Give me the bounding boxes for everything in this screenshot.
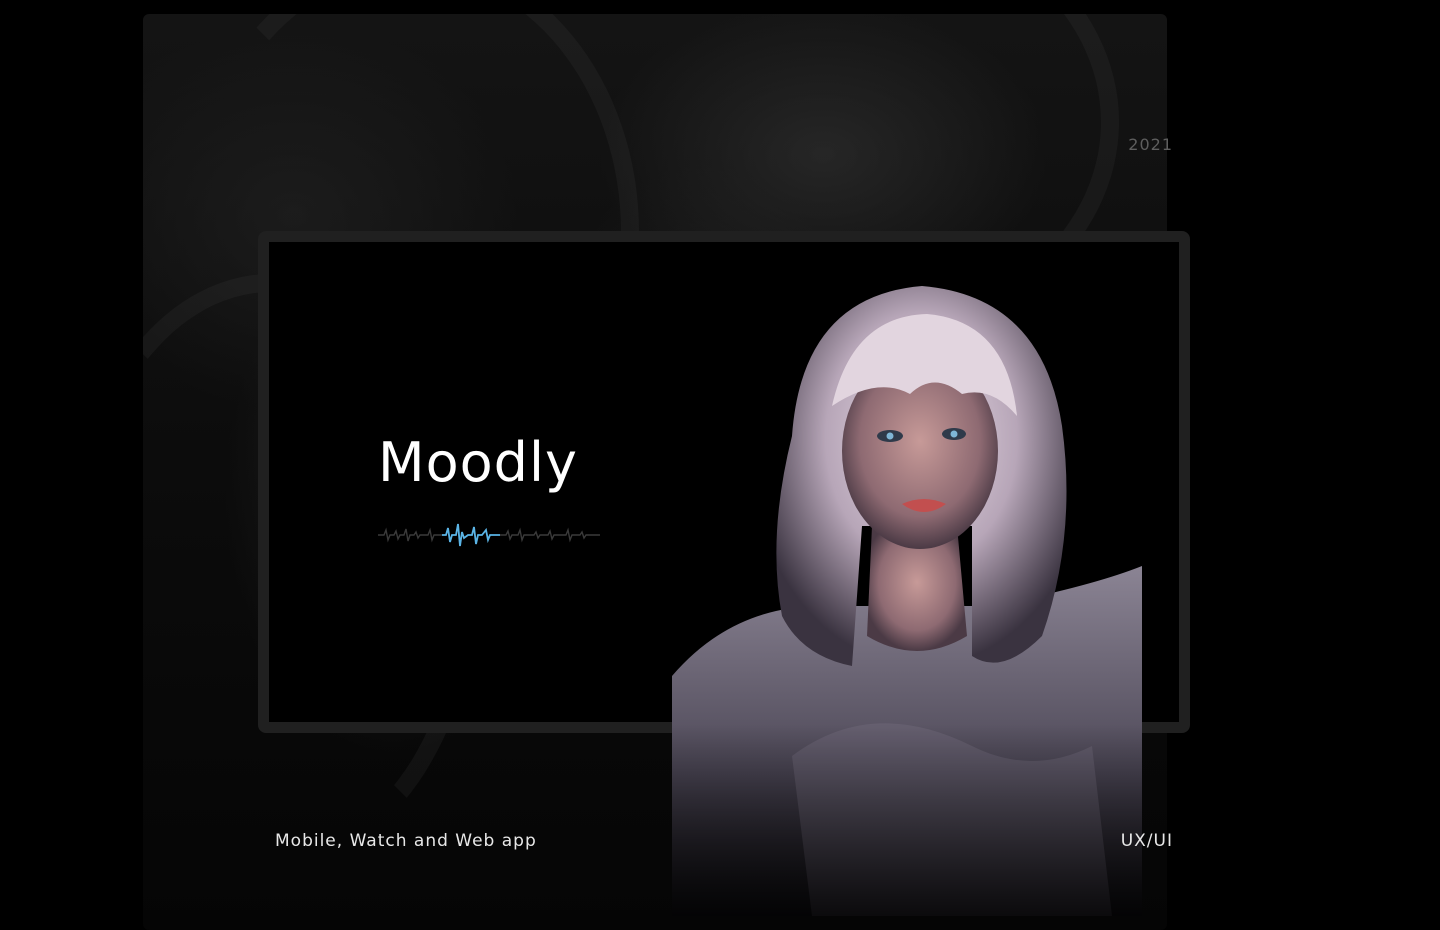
platforms-caption: Mobile, Watch and Web app	[275, 831, 537, 851]
brand-title: Moodly	[378, 431, 578, 494]
discipline-caption: UX/UI	[1120, 831, 1173, 851]
project-year: 2021	[1128, 135, 1173, 154]
portrait-photo	[672, 276, 1142, 916]
heartbeat-waveform-icon	[378, 523, 600, 547]
heartbeat-pulse-icon	[442, 523, 500, 547]
